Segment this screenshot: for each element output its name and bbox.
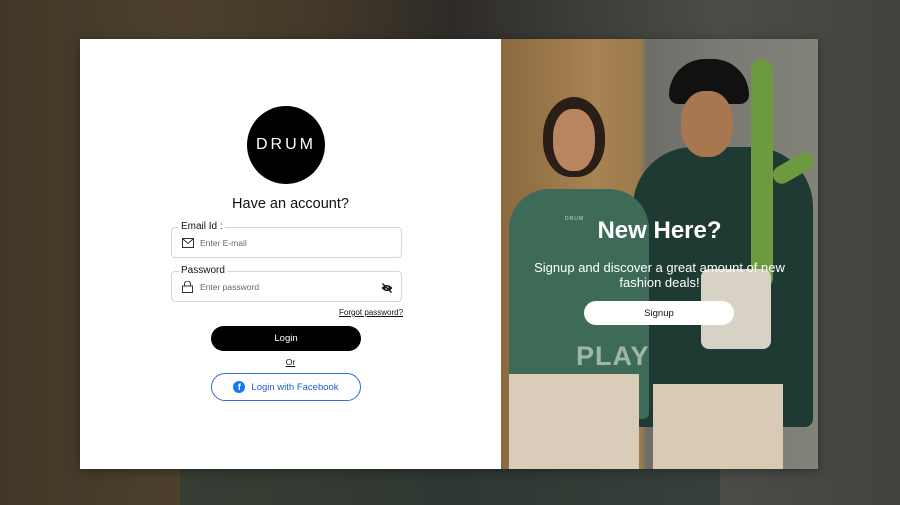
email-input[interactable] [200, 237, 370, 248]
mail-icon [181, 236, 194, 249]
password-input[interactable] [200, 281, 370, 292]
password-label: Password [179, 265, 227, 276]
promo-heading: New Here? [597, 217, 722, 244]
login-button[interactable]: Login [211, 326, 361, 351]
login-panel: DRUM Have an account? Email Id : Passwor… [80, 39, 501, 469]
brand-logo-text: DRUM [256, 136, 316, 153]
login-title: Have an account? [232, 196, 349, 212]
lock-icon [181, 280, 194, 293]
background-bottom [180, 465, 720, 505]
eye-off-icon[interactable] [380, 281, 393, 294]
signup-promo-panel: DRUM PLAY New Here? Signup and discover … [501, 39, 818, 469]
signup-button[interactable]: Signup [584, 301, 734, 325]
email-label: Email Id : [179, 221, 225, 232]
promo-overlay: New Here? Signup and discover a great am… [501, 39, 818, 469]
promo-subtext: Signup and discover a great amount of ne… [534, 260, 785, 290]
brand-logo: DRUM [247, 106, 325, 184]
or-divider: Or [285, 357, 296, 367]
facebook-icon: f [233, 381, 246, 393]
facebook-login-label: Login with Facebook [251, 381, 339, 393]
forgot-password-link[interactable]: Forgot password? [339, 308, 403, 317]
facebook-login-button[interactable]: f Login with Facebook [211, 373, 361, 401]
auth-card: DRUM Have an account? Email Id : Passwor… [80, 39, 818, 469]
